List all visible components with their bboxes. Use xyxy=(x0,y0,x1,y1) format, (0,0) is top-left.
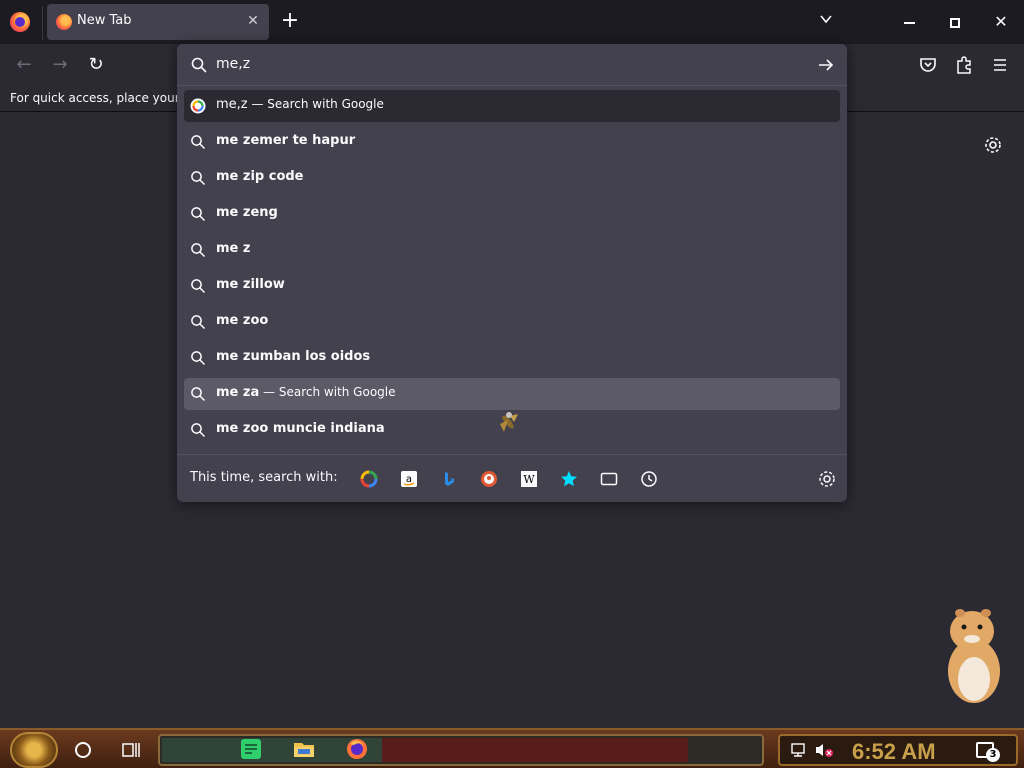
reload-button[interactable]: ↻ xyxy=(84,53,108,77)
hamster-desktop-pet xyxy=(948,609,1000,703)
one-off-search-bar: This time, search with: a W xyxy=(177,454,847,502)
forward-button[interactable]: → xyxy=(48,53,72,77)
urlbar-result-label: me zemer te hapur xyxy=(216,133,355,148)
pocket-icon[interactable] xyxy=(916,53,940,77)
urlbar-result-label: me zillow xyxy=(216,277,285,292)
result-text: me zemer te hapur xyxy=(216,133,356,148)
result-text: me,z xyxy=(216,97,248,112)
list-all-tabs-button[interactable] xyxy=(814,10,838,34)
result-text: me z xyxy=(216,241,251,256)
hamburger-menu-icon[interactable] xyxy=(988,53,1012,77)
result-text: me zoo xyxy=(216,313,269,328)
minimize-icon xyxy=(903,21,915,24)
history-icon[interactable] xyxy=(640,470,658,488)
result-text: me za xyxy=(216,385,260,400)
task-view-icon[interactable] xyxy=(121,741,141,759)
urlbar-result-label: me zeng xyxy=(216,205,278,220)
result-action-text: — Search with Google xyxy=(259,385,396,399)
urlbar-result-row[interactable]: me zip code xyxy=(184,162,840,194)
urlbar-results: me,z — Search with Google me zemer te hap… xyxy=(184,90,840,450)
result-text: me zumban los oidos xyxy=(216,349,371,364)
taskbar: 6:52 AM 3 xyxy=(0,728,1024,768)
tab-title: New Tab xyxy=(77,13,132,28)
urlbar-result-label: me zip code xyxy=(216,169,304,184)
urlbar-result-row[interactable]: me za — Search with Google xyxy=(184,378,840,410)
tab-strip: New Tab ✕ + ✕ xyxy=(0,0,1024,44)
firefox-view-icon[interactable] xyxy=(10,12,30,32)
result-text: me zillow xyxy=(216,277,285,292)
file-explorer-icon[interactable] xyxy=(293,738,315,760)
urlbar-result-label: me zoo muncie indiana xyxy=(216,421,385,436)
urlbar-result-row[interactable]: me zillow xyxy=(184,270,840,302)
tab-new-tab[interactable]: New Tab ✕ xyxy=(47,4,269,40)
urlbar-result-label: me,z — Search with Google xyxy=(216,97,384,112)
wikipedia-icon[interactable]: W xyxy=(520,470,538,488)
search-icon xyxy=(190,422,206,438)
bookmarks-star-icon[interactable] xyxy=(560,470,578,488)
urlbar-result-row[interactable]: me zemer te hapur xyxy=(184,126,840,158)
taskbar-clock[interactable]: 6:52 AM xyxy=(852,739,936,765)
search-icon xyxy=(190,314,206,330)
urlbar-result-row[interactable]: me,z — Search with Google xyxy=(184,90,840,122)
svg-text:W: W xyxy=(523,473,535,486)
urlbar-result-label: me za — Search with Google xyxy=(216,385,396,400)
taskbar-right-panel xyxy=(382,738,688,762)
system-tray: 6:52 AM 3 xyxy=(778,734,1018,766)
screen: New Tab ✕ + ✕ ← → ↻ For quick access, pl… xyxy=(0,0,1024,768)
urlbar-input[interactable]: me,z xyxy=(177,44,847,86)
search-settings-gear-icon[interactable] xyxy=(817,469,837,489)
search-icon xyxy=(190,386,206,402)
search-icon xyxy=(191,57,207,73)
go-arrow-icon[interactable] xyxy=(817,56,835,74)
start-button[interactable] xyxy=(10,732,58,768)
search-icon xyxy=(190,170,206,186)
window-close-button[interactable]: ✕ xyxy=(978,0,1024,44)
tab-close-icon[interactable]: ✕ xyxy=(245,13,261,29)
urlbar-result-label: me zumban los oidos xyxy=(216,349,370,364)
firefox-taskbar-icon[interactable] xyxy=(346,738,368,760)
tab-separator xyxy=(42,6,43,40)
back-button[interactable]: ← xyxy=(12,53,36,77)
bookmarks-hint: For quick access, place your b xyxy=(10,91,192,105)
result-action-text: — Search with Google xyxy=(247,97,384,111)
notes-app-icon[interactable] xyxy=(240,738,262,760)
urlbar-result-row[interactable]: me z xyxy=(184,234,840,266)
search-icon xyxy=(190,242,206,258)
urlbar-result-row[interactable]: me zoo xyxy=(184,306,840,338)
amazon-icon[interactable]: a xyxy=(400,470,418,488)
google-icon[interactable] xyxy=(360,470,378,488)
urlbar-result-label: me zoo xyxy=(216,313,268,328)
urlbar-result-label: me z xyxy=(216,241,250,256)
svg-text:a: a xyxy=(406,474,412,485)
duckduckgo-icon[interactable] xyxy=(480,470,498,488)
network-icon[interactable] xyxy=(790,742,808,758)
urlbar-result-row[interactable]: me zumban los oidos xyxy=(184,342,840,374)
result-text: me zeng xyxy=(216,205,278,220)
extensions-puzzle-icon[interactable] xyxy=(952,53,976,77)
search-icon xyxy=(190,206,206,222)
search-icon xyxy=(190,134,206,150)
search-icon xyxy=(190,278,206,294)
urlbar-result-row[interactable]: me zeng xyxy=(184,198,840,230)
newtab-settings-gear-icon[interactable] xyxy=(982,134,1004,156)
chevron-down-icon xyxy=(820,15,832,24)
window-minimize-button[interactable] xyxy=(886,0,932,44)
one-off-label: This time, search with: xyxy=(190,470,338,485)
result-text: me zip code xyxy=(216,169,304,184)
result-text: me zoo muncie indiana xyxy=(216,421,385,436)
tabs-icon[interactable] xyxy=(600,470,618,488)
volume-muted-icon[interactable] xyxy=(814,742,834,758)
window-restore-button[interactable] xyxy=(932,0,978,44)
notification-count-badge: 3 xyxy=(986,748,1000,762)
cortana-circle-icon[interactable] xyxy=(75,742,91,758)
bing-icon[interactable] xyxy=(440,470,458,488)
moth-cursor-decoration xyxy=(500,412,518,432)
google-icon xyxy=(190,98,206,114)
restore-icon xyxy=(950,17,960,28)
search-icon xyxy=(190,350,206,366)
urlbar-value[interactable]: me,z xyxy=(216,56,250,72)
firefox-favicon-icon xyxy=(56,14,72,30)
new-tab-button[interactable]: + xyxy=(278,10,302,34)
